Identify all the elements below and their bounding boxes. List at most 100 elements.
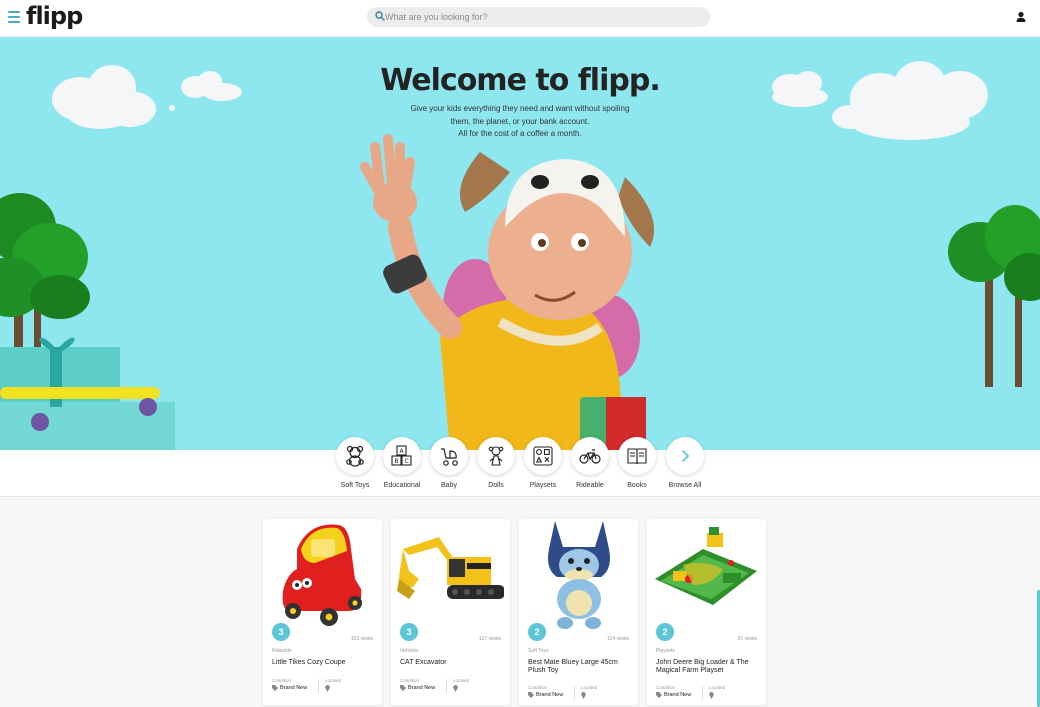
product-title[interactable]: CAT Excavator <box>400 659 502 667</box>
badge-count: 3 <box>400 623 418 641</box>
category-soft-toys[interactable]: Soft Toys <box>334 437 376 489</box>
condition-label: Condition <box>272 678 292 683</box>
category-bar: Soft Toys ABC Educational Baby Dolls Pla… <box>0 437 1040 497</box>
condition-text: Brand New <box>280 685 308 691</box>
svg-text:A: A <box>400 448 405 455</box>
category-dolls[interactable]: Dolls <box>475 437 517 489</box>
location-value <box>325 685 341 692</box>
location-col: Located <box>453 678 469 692</box>
playset-icon <box>533 446 553 466</box>
condition-value: Brand New <box>656 692 691 698</box>
search-input[interactable] <box>385 7 705 27</box>
user-icon[interactable] <box>1014 10 1028 24</box>
product-category: Soft Toys <box>528 648 549 654</box>
category-circle[interactable] <box>336 437 374 475</box>
product-image <box>655 527 757 605</box>
svg-text:B: B <box>395 458 399 465</box>
category-circle[interactable] <box>666 437 704 475</box>
badge-count: 2 <box>528 623 546 641</box>
book-icon <box>627 448 647 465</box>
tree-right <box>948 205 1040 387</box>
svg-text:C: C <box>405 458 409 465</box>
divider <box>318 679 319 693</box>
hero-illustration <box>0 61 1040 450</box>
category-educational[interactable]: ABC Educational <box>381 437 423 489</box>
location-label: Located <box>581 685 598 690</box>
condition-label: Condition <box>656 685 676 690</box>
location-pin-icon <box>709 692 714 699</box>
condition-value: Brand New <box>528 692 563 698</box>
product-image <box>548 521 610 629</box>
product-category: Vehicles <box>400 648 419 654</box>
category-circle[interactable]: ABC <box>383 437 421 475</box>
condition-text: Brand New <box>408 685 436 691</box>
product-title[interactable]: Little Tikes Cozy Coupe <box>272 659 374 667</box>
logo[interactable]: flipp <box>26 2 83 30</box>
view-count: 114 views <box>607 636 629 642</box>
tag-icon <box>656 692 662 698</box>
condition-col: Condition Brand New <box>400 678 435 691</box>
location-value <box>581 692 597 699</box>
category-baby[interactable]: Baby <box>428 437 470 489</box>
product-card[interactable]: 3 153 views Rideable Little Tikes Cozy C… <box>263 519 382 705</box>
divider <box>574 686 575 700</box>
product-meta: Condition Brand New Located <box>400 678 500 696</box>
hero-subtitle: Give your kids everything they need and … <box>400 103 640 141</box>
location-col: Located <box>581 685 597 699</box>
location-pin-icon <box>581 692 586 699</box>
search-bar[interactable] <box>367 7 710 27</box>
view-count: 153 views <box>350 636 373 642</box>
badge-count: 3 <box>272 623 290 641</box>
tag-icon <box>272 685 278 691</box>
category-rideable[interactable]: Rideable <box>569 437 611 489</box>
hero-title: Welcome to flipp. <box>380 63 660 98</box>
view-count: 91 views <box>737 636 757 642</box>
girl-character <box>360 134 655 450</box>
category-circle[interactable] <box>618 437 656 475</box>
view-count: 127 views <box>478 636 501 642</box>
condition-col: Condition Brand New <box>272 678 307 691</box>
location-col: Located <box>709 685 725 699</box>
doll-icon <box>488 446 504 466</box>
product-card[interactable]: 3 127 views Vehicles CAT Excavator Condi… <box>391 519 510 705</box>
category-books[interactable]: Books <box>616 437 658 489</box>
badge-count: 2 <box>656 623 674 641</box>
condition-text: Brand New <box>664 692 692 698</box>
category-playsets[interactable]: Playsets <box>522 437 564 489</box>
product-card[interactable]: 2 91 views Playsets John Deere Big Loade… <box>647 519 766 705</box>
product-title[interactable]: Best Mate Bluey Large 45cm Plush Toy <box>528 659 630 675</box>
category-label: Browse All <box>668 482 702 489</box>
product-image <box>282 524 362 626</box>
condition-label: Condition <box>528 685 548 690</box>
product-category: Playsets <box>656 648 675 654</box>
category-circle[interactable] <box>571 437 609 475</box>
product-card[interactable]: 2 114 views Soft Toys Best Mate Bluey La… <box>519 519 638 705</box>
condition-value: Brand New <box>272 685 307 691</box>
category-browse-all[interactable]: Browse All <box>664 437 706 489</box>
abc-blocks-icon: AB C <box>391 445 412 466</box>
product-title[interactable]: John Deere Big Loader & The Magical Farm… <box>656 659 758 675</box>
condition-col: Condition Brand New <box>656 685 691 698</box>
category-circle[interactable] <box>524 437 562 475</box>
product-meta: Condition Brand New Located <box>656 685 756 703</box>
location-value <box>453 685 469 692</box>
divider <box>702 686 703 700</box>
search-icon <box>375 11 385 21</box>
product-image <box>397 537 504 599</box>
condition-col: Condition Brand New <box>528 685 563 698</box>
location-label: Located <box>453 678 470 683</box>
location-pin-icon <box>453 685 458 692</box>
location-label: Located <box>709 685 726 690</box>
divider <box>446 679 447 693</box>
category-circle[interactable] <box>477 437 515 475</box>
menu-icon[interactable] <box>8 11 20 23</box>
condition-text: Brand New <box>536 692 564 698</box>
hero-subtitle-line: All for the cost of a coffee a month. <box>458 129 582 138</box>
product-category: Rideable <box>272 648 292 654</box>
hero-subtitle-line: them, the planet, or your bank account. <box>450 116 590 126</box>
location-value <box>709 692 725 699</box>
product-meta: Condition Brand New Located <box>272 678 372 696</box>
category-circle[interactable] <box>430 437 468 475</box>
tag-icon <box>528 692 534 698</box>
location-label: Located <box>325 678 342 683</box>
